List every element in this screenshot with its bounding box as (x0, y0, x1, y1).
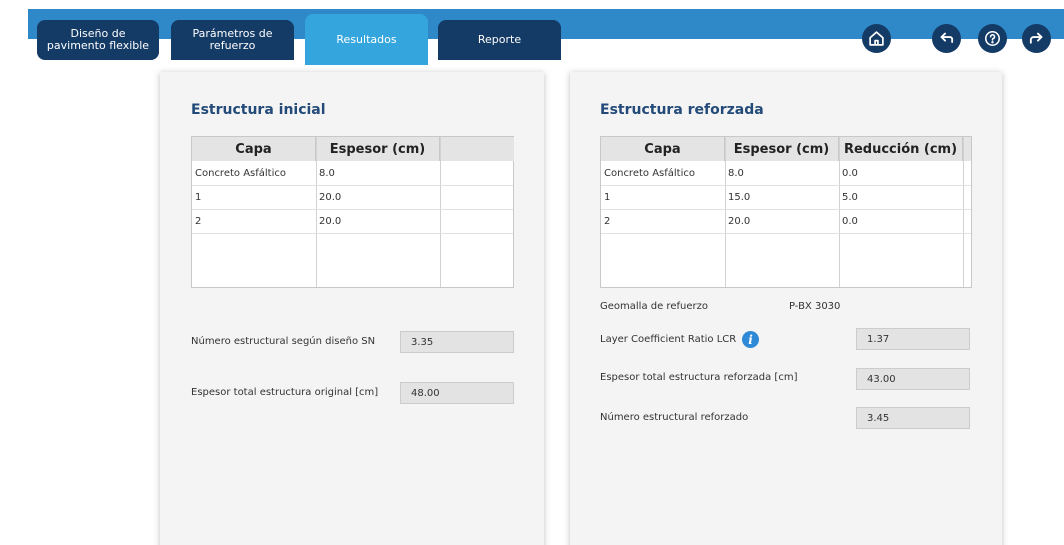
column-header-capa: Capa (192, 137, 316, 161)
tab-reporte[interactable]: Reporte (438, 20, 561, 60)
reinforced-total-thickness-label: Espesor total estructura reforzada [cm] (600, 372, 798, 383)
column-header-reduccion: Reducción (cm) (839, 137, 963, 161)
tab-resultados[interactable]: Resultados (305, 14, 428, 65)
total-thickness-label: Espesor total estructura original [cm] (191, 387, 379, 398)
reinforced-sn-label: Número estructural reforzado (600, 412, 749, 423)
table-cell: 20.0 (319, 215, 342, 227)
panel-title: Estructura reforzada (600, 102, 764, 118)
tab-parametros-refuerzo[interactable]: Parámetros de refuerzo (171, 20, 294, 60)
lcr-value: 1.37 (856, 328, 970, 350)
back-icon (940, 32, 954, 43)
table-cell: 8.0 (319, 167, 335, 179)
table-cell: Concreto Asfáltico (604, 167, 695, 179)
table-cell: 0.0 (842, 167, 858, 179)
column-header-empty (440, 137, 514, 161)
table-cell: 0.0 (842, 215, 858, 227)
initial-structure-table: Capa Espesor (cm) Concreto Asfáltico 8.0… (191, 136, 514, 288)
geogrid-value: P-BX 3030 (789, 301, 841, 312)
column-header-espesor: Espesor (cm) (316, 137, 440, 161)
home-button[interactable] (862, 24, 891, 53)
table-cell: 2 (604, 215, 611, 227)
forward-icon (1029, 32, 1043, 44)
total-thickness-value: 48.00 (400, 382, 514, 404)
reinforced-total-thickness-value: 43.00 (856, 368, 970, 390)
panel-title: Estructura inicial (191, 102, 326, 118)
tab-label-line2: refuerzo (209, 39, 256, 52)
info-icon[interactable]: i (742, 331, 759, 348)
lcr-label: Layer Coefficient Ratio LCR (600, 334, 737, 345)
table-cell: 15.0 (728, 191, 751, 203)
initial-structure-panel: Estructura inicial Capa Espesor (cm) Con… (160, 72, 544, 545)
sn-value: 3.35 (400, 331, 514, 353)
reinforced-structure-table: Capa Espesor (cm) Reducción (cm) Concret… (600, 136, 972, 288)
top-navigation-bar: Diseño de pavimento flexible Parámetros … (0, 0, 1064, 65)
help-button[interactable] (978, 24, 1007, 53)
tab-diseno-pavimento[interactable]: Diseño de pavimento flexible (37, 20, 159, 60)
table-cell: 5.0 (842, 191, 858, 203)
help-icon (984, 30, 1001, 47)
table-cell: 2 (195, 215, 202, 227)
reinforced-sn-value: 3.45 (856, 407, 970, 429)
geogrid-label: Geomalla de refuerzo (600, 301, 708, 312)
sn-label: Número estructural según diseño SN (191, 336, 376, 347)
table-cell: 8.0 (728, 167, 744, 179)
forward-button[interactable] (1022, 24, 1051, 53)
table-cell: 20.0 (319, 191, 342, 203)
table-cell: 1 (195, 191, 202, 203)
tab-label: Reporte (477, 33, 522, 46)
column-header-capa: Capa (601, 137, 725, 161)
table-cell: Concreto Asfáltico (195, 167, 286, 179)
column-header-espesor: Espesor (cm) (725, 137, 839, 161)
home-icon (869, 31, 884, 46)
back-button[interactable] (932, 24, 961, 53)
table-cell: 20.0 (728, 215, 751, 227)
table-cell: 1 (604, 191, 611, 203)
reinforced-structure-panel: Estructura reforzada Capa Espesor (cm) R… (570, 72, 1002, 545)
column-header-empty (963, 137, 971, 161)
tab-label-line2: pavimento flexible (46, 39, 150, 52)
tab-label: Resultados (336, 32, 397, 46)
